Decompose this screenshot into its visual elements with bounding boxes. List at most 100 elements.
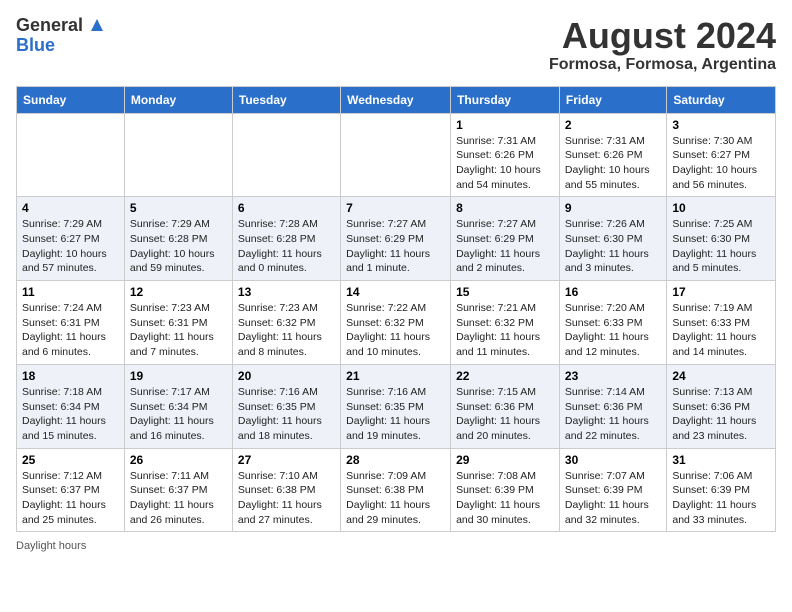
day-info: Sunrise: 7:15 AMSunset: 6:36 PMDaylight:… <box>456 385 554 444</box>
day-info: Sunrise: 7:09 AMSunset: 6:38 PMDaylight:… <box>346 469 445 528</box>
calendar-day-header: Thursday <box>451 86 560 113</box>
calendar-cell: 31 Sunrise: 7:06 AMSunset: 6:39 PMDayligh… <box>667 448 776 532</box>
calendar-title: August 2024 <box>549 16 776 56</box>
calendar-cell: 24Sunrise: 7:13 AMSunset: 6:36 PMDayligh… <box>667 364 776 448</box>
day-info: Sunrise: 7:14 AMSunset: 6:36 PMDaylight:… <box>565 385 661 444</box>
calendar-cell: 5 Sunrise: 7:29 AMSunset: 6:28 PMDaylight… <box>124 197 232 281</box>
calendar-cell: 26Sunrise: 7:11 AMSunset: 6:37 PMDayligh… <box>124 448 232 532</box>
day-info: Sunrise: 7:24 AMSunset: 6:31 PMDaylight:… <box>22 301 119 360</box>
day-number: 14 <box>346 285 445 299</box>
calendar-day-header: Saturday <box>667 86 776 113</box>
title-block: August 2024 Formosa, Formosa, Argentina <box>549 16 776 74</box>
calendar-cell: 1 Sunrise: 7:31 AMSunset: 6:26 PMDaylight… <box>451 113 560 197</box>
calendar-day-header: Tuesday <box>232 86 340 113</box>
day-number: 31 <box>672 453 770 467</box>
day-number: 2 <box>565 118 661 132</box>
day-number: 9 <box>565 201 661 215</box>
day-number: 13 <box>238 285 335 299</box>
calendar-cell: 8 Sunrise: 7:27 AMSunset: 6:29 PMDaylight… <box>451 197 560 281</box>
calendar-week-row: 1 Sunrise: 7:31 AMSunset: 6:26 PMDaylight… <box>17 113 776 197</box>
calendar-cell: 27Sunrise: 7:10 AMSunset: 6:38 PMDayligh… <box>232 448 340 532</box>
calendar-week-row: 4 Sunrise: 7:29 AMSunset: 6:27 PMDaylight… <box>17 197 776 281</box>
day-info: Sunrise: 7:27 AMSunset: 6:29 PMDaylight:… <box>456 217 554 276</box>
calendar-cell: 20 Sunrise: 7:16 AMSunset: 6:35 PMDayligh… <box>232 364 340 448</box>
calendar-day-header: Sunday <box>17 86 125 113</box>
day-info: Sunrise: 7:18 AMSunset: 6:34 PMDaylight:… <box>22 385 119 444</box>
calendar-week-row: 25 Sunrise: 7:12 AMSunset: 6:37 PMDayligh… <box>17 448 776 532</box>
calendar-table: SundayMondayTuesdayWednesdayThursdayFrid… <box>16 86 776 533</box>
day-info: Sunrise: 7:23 AMSunset: 6:31 PMDaylight:… <box>130 301 227 360</box>
day-number: 5 <box>130 201 227 215</box>
day-info: Sunrise: 7:22 AMSunset: 6:32 PMDaylight:… <box>346 301 445 360</box>
day-number: 11 <box>22 285 119 299</box>
day-info: Sunrise: 7:29 AMSunset: 6:27 PMDaylight:… <box>22 217 119 276</box>
calendar-cell: 17 Sunrise: 7:19 AMSunset: 6:33 PMDayligh… <box>667 281 776 365</box>
calendar-cell <box>124 113 232 197</box>
calendar-cell <box>341 113 451 197</box>
calendar-cell: 11 Sunrise: 7:24 AMSunset: 6:31 PMDayligh… <box>17 281 125 365</box>
calendar-cell: 13Sunrise: 7:23 AMSunset: 6:32 PMDayligh… <box>232 281 340 365</box>
day-info: Sunrise: 7:21 AMSunset: 6:32 PMDaylight:… <box>456 301 554 360</box>
day-number: 18 <box>22 369 119 383</box>
day-number: 10 <box>672 201 770 215</box>
day-info: Sunrise: 7:19 AMSunset: 6:33 PMDaylight:… <box>672 301 770 360</box>
day-number: 7 <box>346 201 445 215</box>
logo-arrow-icon <box>90 18 104 36</box>
calendar-day-header: Wednesday <box>341 86 451 113</box>
day-number: 16 <box>565 285 661 299</box>
logo-blue: Blue <box>16 35 55 55</box>
day-info: Sunrise: 7:28 AMSunset: 6:28 PMDaylight:… <box>238 217 335 276</box>
day-number: 23 <box>565 369 661 383</box>
day-number: 1 <box>456 118 554 132</box>
calendar-week-row: 18 Sunrise: 7:18 AMSunset: 6:34 PMDayligh… <box>17 364 776 448</box>
page-header: General Blue August 2024 Formosa, Formos… <box>16 16 776 74</box>
day-info: Sunrise: 7:25 AMSunset: 6:30 PMDaylight:… <box>672 217 770 276</box>
day-number: 22 <box>456 369 554 383</box>
calendar-cell: 16 Sunrise: 7:20 AMSunset: 6:33 PMDayligh… <box>559 281 666 365</box>
day-number: 4 <box>22 201 119 215</box>
day-number: 21 <box>346 369 445 383</box>
calendar-cell: 28 Sunrise: 7:09 AMSunset: 6:38 PMDayligh… <box>341 448 451 532</box>
calendar-week-row: 11 Sunrise: 7:24 AMSunset: 6:31 PMDayligh… <box>17 281 776 365</box>
calendar-cell: 6 Sunrise: 7:28 AMSunset: 6:28 PMDaylight… <box>232 197 340 281</box>
day-number: 28 <box>346 453 445 467</box>
calendar-cell: 7 Sunrise: 7:27 AMSunset: 6:29 PMDaylight… <box>341 197 451 281</box>
calendar-cell <box>17 113 125 197</box>
calendar-cell: 18 Sunrise: 7:18 AMSunset: 6:34 PMDayligh… <box>17 364 125 448</box>
calendar-location: Formosa, Formosa, Argentina <box>549 56 776 74</box>
day-info: Sunrise: 7:31 AMSunset: 6:26 PMDaylight:… <box>456 134 554 193</box>
calendar-cell: 4 Sunrise: 7:29 AMSunset: 6:27 PMDaylight… <box>17 197 125 281</box>
day-info: Sunrise: 7:12 AMSunset: 6:37 PMDaylight:… <box>22 469 119 528</box>
day-number: 6 <box>238 201 335 215</box>
calendar-cell: 9 Sunrise: 7:26 AMSunset: 6:30 PMDaylight… <box>559 197 666 281</box>
calendar-day-header: Monday <box>124 86 232 113</box>
day-info: Sunrise: 7:29 AMSunset: 6:28 PMDaylight:… <box>130 217 227 276</box>
calendar-cell: 12Sunrise: 7:23 AMSunset: 6:31 PMDayligh… <box>124 281 232 365</box>
day-number: 20 <box>238 369 335 383</box>
day-number: 29 <box>456 453 554 467</box>
calendar-cell: 10 Sunrise: 7:25 AMSunset: 6:30 PMDayligh… <box>667 197 776 281</box>
calendar-cell: 19Sunrise: 7:17 AMSunset: 6:34 PMDayligh… <box>124 364 232 448</box>
day-number: 8 <box>456 201 554 215</box>
day-info: Sunrise: 7:30 AMSunset: 6:27 PMDaylight:… <box>672 134 770 193</box>
calendar-day-header: Friday <box>559 86 666 113</box>
day-number: 30 <box>565 453 661 467</box>
calendar-header-row: SundayMondayTuesdayWednesdayThursdayFrid… <box>17 86 776 113</box>
calendar-cell: 29Sunrise: 7:08 AMSunset: 6:39 PMDayligh… <box>451 448 560 532</box>
calendar-cell: 21 Sunrise: 7:16 AMSunset: 6:35 PMDayligh… <box>341 364 451 448</box>
day-info: Sunrise: 7:16 AMSunset: 6:35 PMDaylight:… <box>346 385 445 444</box>
calendar-cell: 15Sunrise: 7:21 AMSunset: 6:32 PMDayligh… <box>451 281 560 365</box>
day-info: Sunrise: 7:06 AMSunset: 6:39 PMDaylight:… <box>672 469 770 528</box>
day-info: Sunrise: 7:20 AMSunset: 6:33 PMDaylight:… <box>565 301 661 360</box>
day-number: 17 <box>672 285 770 299</box>
day-info: Sunrise: 7:11 AMSunset: 6:37 PMDaylight:… <box>130 469 227 528</box>
day-number: 19 <box>130 369 227 383</box>
day-number: 25 <box>22 453 119 467</box>
calendar-footer: Daylight hours <box>16 540 776 552</box>
day-info: Sunrise: 7:26 AMSunset: 6:30 PMDaylight:… <box>565 217 661 276</box>
day-info: Sunrise: 7:27 AMSunset: 6:29 PMDaylight:… <box>346 217 445 276</box>
day-info: Sunrise: 7:07 AMSunset: 6:39 PMDaylight:… <box>565 469 661 528</box>
day-info: Sunrise: 7:16 AMSunset: 6:35 PMDaylight:… <box>238 385 335 444</box>
calendar-cell: 22 Sunrise: 7:15 AMSunset: 6:36 PMDayligh… <box>451 364 560 448</box>
calendar-cell: 23 Sunrise: 7:14 AMSunset: 6:36 PMDayligh… <box>559 364 666 448</box>
